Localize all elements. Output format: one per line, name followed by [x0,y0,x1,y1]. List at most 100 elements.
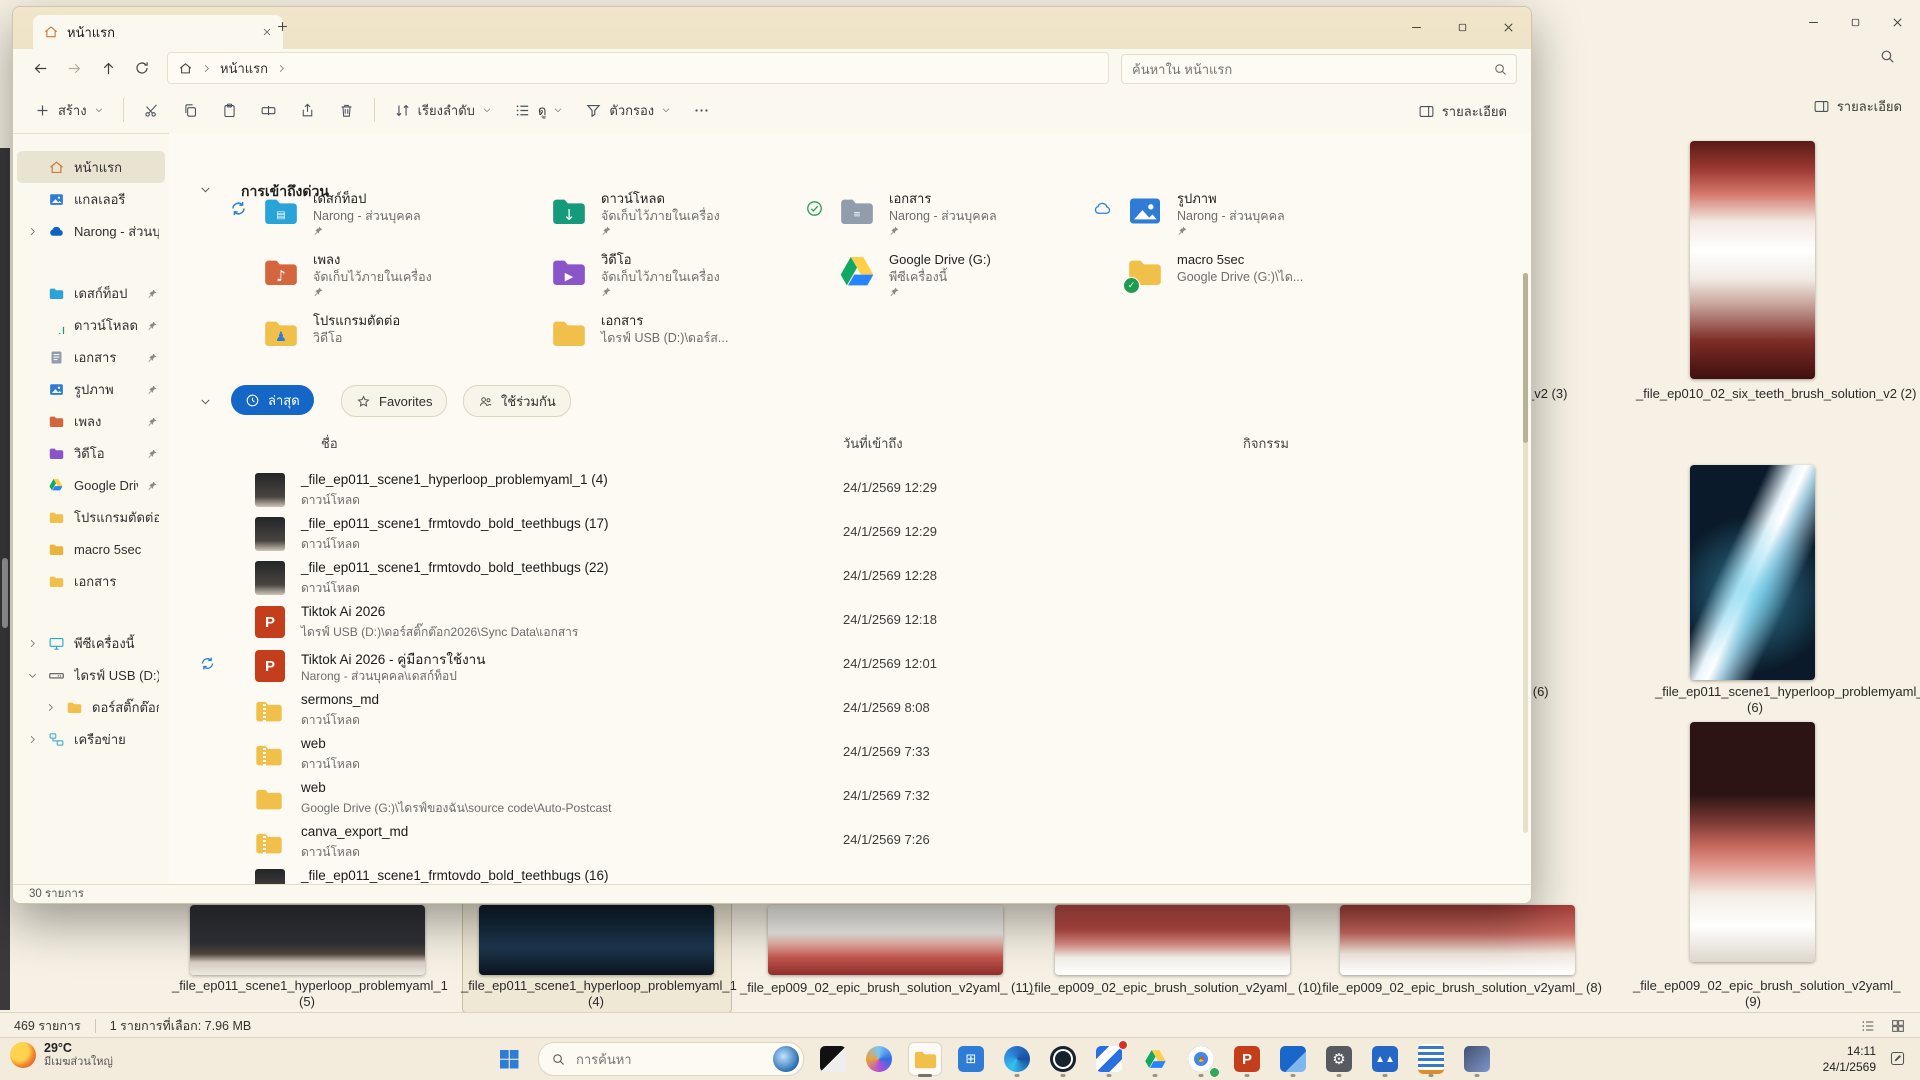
taskbar-google-drive[interactable] [1138,1042,1172,1076]
quick-tile-desktop[interactable]: ▤ เดสก์ท็อปNarong - ส่วนบุคคล [261,191,533,239]
taskbar-misc-app[interactable] [1460,1042,1494,1076]
tab-recent[interactable]: ล่าสุด [231,385,314,415]
sidebar-item-gallery[interactable]: แกลเลอรี [17,183,165,215]
explorer-search-input[interactable] [1130,61,1493,78]
chevron-right-icon[interactable] [45,702,57,713]
file-row[interactable]: P Tiktok Ai 2026ไดรฟ์ USB (D:)\ดอร์สติ๊ก… [233,601,1501,645]
bg-maximize-button[interactable] [1832,2,1878,42]
taskbar-obs[interactable] [1046,1042,1080,1076]
sidebar-item-network[interactable]: เครือข่าย [17,723,165,755]
taskbar-settings[interactable]: ⚙ [1322,1042,1356,1076]
thumbnail-six-teeth[interactable] [1690,141,1815,379]
paste-button[interactable] [212,96,247,125]
details-pane-toggle[interactable]: รายละเอียด [1410,95,1515,128]
cut-button[interactable] [134,96,169,125]
file-row[interactable]: webดาวน์โหลด24/1/2569 7:33 [233,733,1501,777]
quick-tile-videos[interactable]: ▶ วิดีโอจัดเก็บไว้ภายในเครื่อง [549,252,821,300]
column-header-name[interactable]: ชื่อ [321,433,338,454]
copy-button[interactable] [173,96,208,125]
breadcrumb[interactable]: หน้าแรก [167,52,1109,84]
taskbar-notes-app[interactable] [1414,1042,1448,1076]
taskbar-powerpoint[interactable]: P [1230,1042,1264,1076]
minimize-button[interactable] [1393,7,1439,47]
file-row[interactable]: _file_ep011_scene1_hyperloop_problemyaml… [233,469,1501,513]
sidebar-item-desktop[interactable]: เดสก์ท็อป [17,277,165,309]
thumbnail-bottom-4[interactable] [1055,905,1290,975]
taskbar-photos-app[interactable] [816,1042,850,1076]
quick-tile-music[interactable]: ♪ เพลงจัดเก็บไว้ภายในเครื่อง [261,252,533,300]
quick-tile-downloads[interactable]: ↓ ดาวน์โหลดจัดเก็บไว้ภายในเครื่อง [549,191,821,239]
quick-tile-pictures[interactable]: รูปภาพNarong - ส่วนบุคคล [1125,191,1397,239]
sidebar-item-google-drive[interactable]: Google Drive (G: [17,469,165,501]
quick-tile-editing-program[interactable]: ♟ โปรแกรมตัดต่อวิดีโอ [261,313,533,361]
bg-grid-view-icon[interactable] [1890,1018,1906,1034]
new-button[interactable]: สร้าง [25,94,113,127]
search-icon[interactable] [1493,62,1508,77]
explorer-search-box[interactable] [1121,54,1517,84]
sort-button[interactable]: เรียงลำดับ [385,94,501,127]
taskbar-file-explorer[interactable] [908,1042,942,1076]
bg-details-toggle[interactable]: รายละเอียด [1813,96,1902,117]
thumbnail-xray-teeth[interactable] [1690,465,1815,680]
sidebar-item-documents[interactable]: เอกสาร [17,341,165,373]
file-row[interactable]: canva_export_mdดาวน์โหลด24/1/2569 7:26 [233,821,1501,865]
file-row[interactable]: P Tiktok Ai 2026 - คู่มือการใช้งานNarong… [233,645,1501,689]
sidebar-item-documents-usb[interactable]: เอกสาร [17,565,165,597]
column-header-activity[interactable]: กิจกรรม [1243,433,1289,454]
taskbar-mountain-app[interactable]: ▲▲ [1368,1042,1402,1076]
sidebar-item-onedrive[interactable]: Narong - ส่วนบุคคล [17,215,165,247]
file-row[interactable]: _file_ep011_scene1_frmtovdo_bold_teethbu… [233,557,1501,601]
thumbnail-denture[interactable] [1690,722,1815,962]
bg-search-icon[interactable] [1879,48,1896,65]
file-row[interactable]: _file_ep011_scene1_frmtovdo_bold_teethbu… [233,513,1501,557]
start-button[interactable] [492,1042,526,1076]
thumbnail-bottom-2-selected[interactable] [479,905,714,975]
breadcrumb-home-icon[interactable] [178,61,193,76]
forward-button[interactable] [57,53,91,83]
sidebar-item-pictures[interactable]: รูปภาพ [17,373,165,405]
quick-tile-documents-usb[interactable]: เอกสารไดรฟ์ USB (D:)\ดอร์ส... [549,313,821,361]
sidebar-item-this-pc[interactable]: พีซีเครื่องนี้ [17,627,165,659]
thumbnail-bottom-1[interactable] [190,905,425,975]
taskbar-search-input[interactable] [574,1051,728,1068]
tab-home[interactable]: หน้าแรก [33,15,283,49]
column-header-date[interactable]: วันที่เข้าถึง [843,433,903,454]
thumbnail-bottom-3[interactable] [768,905,1003,975]
taskbar-video-editor[interactable] [1092,1042,1126,1076]
bg-minimize-button[interactable] [1790,2,1836,42]
sidebar-item-downloads[interactable]: ดาวน์โหลด [17,309,165,341]
file-row[interactable]: sermons_mdดาวน์โหลด24/1/2569 8:08 [233,689,1501,733]
sidebar-item-music[interactable]: เพลง [17,405,165,437]
sidebar-item-videos[interactable]: วิดีโอ [17,437,165,469]
view-button[interactable]: ดู [505,94,572,127]
sidebar-item-usb-child-folder[interactable]: ดอร์สติ๊กต๊อก2026 [17,691,165,723]
new-tab-button[interactable] [275,19,290,34]
breadcrumb-item[interactable]: หน้าแรก [220,58,268,79]
chevron-right-icon[interactable] [27,226,39,237]
notification-pen-icon[interactable] [1889,1050,1906,1067]
bg-close-button[interactable] [1874,2,1920,42]
rename-button[interactable] [251,96,286,125]
back-button[interactable] [23,53,57,83]
file-row[interactable]: webGoogle Drive (G:)\ไดรฟ์ของฉัน\source … [233,777,1501,821]
filter-button[interactable]: ตัวกรอง [576,94,680,127]
sidebar-item-editing-folder[interactable]: โปรแกรมตัดต่อ [17,501,165,533]
taskbar-snip-app[interactable] [1276,1042,1310,1076]
taskbar-clock[interactable]: 14:11 24/1/2569 [1823,1043,1876,1075]
refresh-button[interactable] [125,53,159,83]
thumbnail-bottom-5[interactable] [1340,905,1575,975]
maximize-button[interactable] [1439,7,1485,47]
more-options-button[interactable] [684,96,719,125]
quick-tile-google-drive[interactable]: Google Drive (G:)พีซีเครื่องนี้ [837,252,1109,300]
taskbar-search-box[interactable] [538,1042,804,1076]
taskbar-weather-widget[interactable]: 29°C มีเมฆส่วนใหญ่ [10,1041,113,1069]
tab-shared[interactable]: ใช้ร่วมกัน [463,385,571,417]
chevron-right-icon[interactable] [27,734,39,745]
sidebar-item-home[interactable]: หน้าแรก [17,151,165,183]
close-button[interactable] [1485,7,1531,47]
share-button[interactable] [290,96,325,125]
taskbar-edge[interactable] [1000,1042,1034,1076]
sidebar-item-macro-5sec[interactable]: macro 5sec [17,533,165,565]
quick-tile-documents[interactable]: ≡ เอกสารNarong - ส่วนบุคคล [837,191,1109,239]
taskbar-chrome[interactable] [1184,1042,1218,1076]
